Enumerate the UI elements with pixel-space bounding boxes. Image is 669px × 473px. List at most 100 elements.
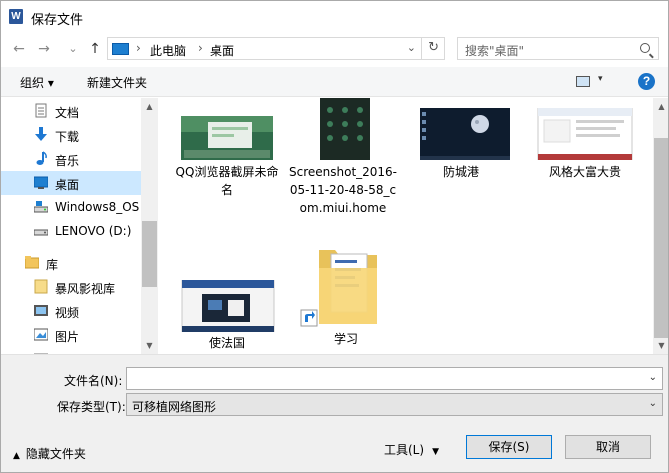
filename-dropdown-chevron-icon[interactable]: ⌄ (649, 372, 657, 383)
library-icon (25, 256, 39, 269)
file-tile[interactable]: 防城港 (406, 98, 516, 198)
address-row: ← → ⌄ ↑ › 此电脑 › 桌面 ⌄ ↻ 搜索"桌面" (1, 35, 668, 63)
file-name: Screenshot_2016-05-11-20-48-58_com.miui.… (288, 165, 398, 215)
forward-arrow-icon[interactable]: → (34, 39, 54, 59)
hide-folders-label: 隐藏文件夹 (25, 447, 86, 461)
breadcrumb-separator-icon: › (136, 41, 141, 55)
view-options-dropdown-icon[interactable]: ▾ (598, 74, 603, 84)
download-icon (35, 127, 47, 141)
file-name: QQ浏览器截屏未命名 (175, 165, 279, 197)
tools-menu-button[interactable]: 工具(L) ▼ (384, 441, 439, 458)
command-toolbar: 组织 ▾ 新建文件夹 ▾ ? (1, 67, 668, 97)
folder-icon (300, 250, 377, 327)
nav-label: Windows8_OS (55, 200, 140, 214)
tools-dropdown-icon: ▼ (432, 447, 439, 457)
file-thumbnail (320, 98, 370, 160)
file-thumbnail (420, 108, 510, 160)
file-name: 风格大富大贵 (548, 165, 621, 179)
recent-locations-chevron-icon[interactable]: ⌄ (63, 39, 83, 59)
folder-name: 学习 (333, 332, 358, 346)
filename-input[interactable]: ⌄ (126, 367, 663, 390)
breadcrumb-this-pc[interactable]: 此电脑 (150, 42, 186, 59)
folder-icon (34, 279, 48, 294)
video-icon (34, 305, 48, 316)
scroll-up-arrow-icon[interactable]: ▲ (653, 98, 668, 115)
filetype-select[interactable]: 可移植网络图形 ⌄ (126, 393, 663, 416)
filetype-dropdown-chevron-icon[interactable]: ⌄ (649, 398, 657, 409)
desktop-icon (34, 176, 48, 189)
nav-label: 暴风影视库 (55, 282, 116, 296)
organize-menu-button[interactable]: 组织 ▾ (20, 74, 54, 91)
drive-icon (34, 201, 48, 213)
nav-item-partial[interactable] (1, 347, 141, 354)
nav-item-videos[interactable]: 视频 (1, 299, 141, 323)
folder-tile[interactable]: 学习 (291, 244, 401, 354)
nav-pane-scroll-thumb[interactable] (142, 221, 157, 287)
chevron-up-icon: ▲ (13, 451, 20, 461)
window-title: 保存文件 (31, 13, 84, 28)
search-placeholder: 搜索"桌面" (465, 44, 525, 58)
file-tile[interactable]: QQ浏览器截屏未命名 (172, 98, 282, 218)
nav-item-downloads[interactable]: 下载 (1, 123, 141, 147)
file-tile[interactable]: 使法国 (172, 254, 282, 354)
file-tile[interactable]: Screenshot_2016-05-11-20-48-58_com.miui.… (288, 98, 398, 248)
nav-label: 图片 (55, 330, 80, 344)
refresh-icon[interactable]: ↻ (428, 40, 439, 55)
bottom-panel: 文件名(N): ⌄ 保存类型(T): 可移植网络图形 ⌄ ▲ 隐藏文件夹 工具(L… (1, 354, 668, 472)
filetype-value: 可移植网络图形 (132, 400, 217, 414)
address-divider (421, 38, 422, 59)
word-app-icon: W (9, 9, 23, 24)
back-arrow-icon[interactable]: ← (9, 39, 29, 59)
tools-label: 工具(L) (384, 443, 425, 457)
document-icon (35, 103, 47, 118)
nav-item-lenovo-d[interactable]: LENOVO (D:) (1, 219, 141, 243)
music-icon (36, 151, 47, 165)
up-arrow-icon[interactable]: ↑ (85, 39, 105, 59)
navigation-pane: 文档 下载 音乐 桌面 Windows8_OS LENOVO (D:) 库 暴风… (1, 98, 158, 354)
new-folder-button[interactable]: 新建文件夹 (87, 74, 147, 91)
nav-label: LENOVO (D:) (55, 224, 132, 238)
file-area-scroll-thumb[interactable] (654, 138, 668, 338)
nav-label: 视频 (55, 306, 80, 320)
file-thumbnail (181, 280, 275, 332)
change-view-icon[interactable] (576, 76, 590, 87)
breadcrumb-separator-icon: › (198, 41, 203, 55)
address-dropdown-chevron-icon[interactable]: ⌄ (407, 41, 416, 54)
nav-label: 下载 (55, 130, 80, 144)
title-bar: W 保存文件 (1, 1, 668, 33)
nav-pane-scrollbar[interactable]: ▲ ▼ (141, 98, 158, 354)
file-thumbnail (181, 116, 273, 160)
save-button[interactable]: 保存(S) (466, 435, 552, 459)
nav-label: 音乐 (55, 154, 80, 168)
nav-item-pictures[interactable]: 图片 (1, 323, 141, 347)
nav-item-desktop[interactable]: 桌面 (1, 171, 141, 195)
scroll-up-arrow-icon[interactable]: ▲ (141, 98, 158, 115)
nav-label: 库 (46, 258, 59, 272)
file-name: 使法国 (208, 336, 245, 350)
filetype-label: 保存类型(T): (57, 400, 126, 414)
drive-icon (34, 229, 48, 236)
filename-label: 文件名(N): (64, 374, 123, 388)
file-name: 防城港 (442, 165, 479, 179)
this-pc-icon (112, 43, 129, 55)
help-icon[interactable]: ? (638, 73, 655, 90)
save-file-dialog: W 保存文件 ← → ⌄ ↑ › 此电脑 › 桌面 ⌄ ↻ 搜索"桌面" 组织 … (0, 0, 669, 473)
file-thumbnail (537, 108, 633, 160)
nav-item-libraries[interactable]: 库 (1, 251, 141, 275)
scroll-down-arrow-icon[interactable]: ▼ (653, 337, 668, 354)
scroll-down-arrow-icon[interactable]: ▼ (141, 337, 158, 354)
nav-label: 文档 (55, 106, 80, 120)
cancel-button[interactable]: 取消 (565, 435, 651, 459)
nav-item-music[interactable]: 音乐 (1, 147, 141, 171)
file-tile[interactable]: 风格大富大贵 (530, 98, 640, 198)
search-input[interactable]: 搜索"桌面" (457, 37, 659, 60)
nav-item-documents[interactable]: 文档 (1, 99, 141, 123)
nav-item-windows8-os[interactable]: Windows8_OS (1, 195, 141, 219)
pictures-icon (34, 328, 48, 341)
hide-folders-toggle[interactable]: ▲ 隐藏文件夹 (13, 445, 86, 462)
breadcrumb-desktop[interactable]: 桌面 (210, 42, 234, 59)
file-area-scrollbar[interactable]: ▲ ▼ (653, 98, 668, 354)
nav-item-baofeng-library[interactable]: 暴风影视库 (1, 275, 141, 299)
address-bar[interactable]: › 此电脑 › 桌面 ⌄ ↻ (107, 37, 445, 60)
nav-label: 桌面 (55, 178, 80, 192)
